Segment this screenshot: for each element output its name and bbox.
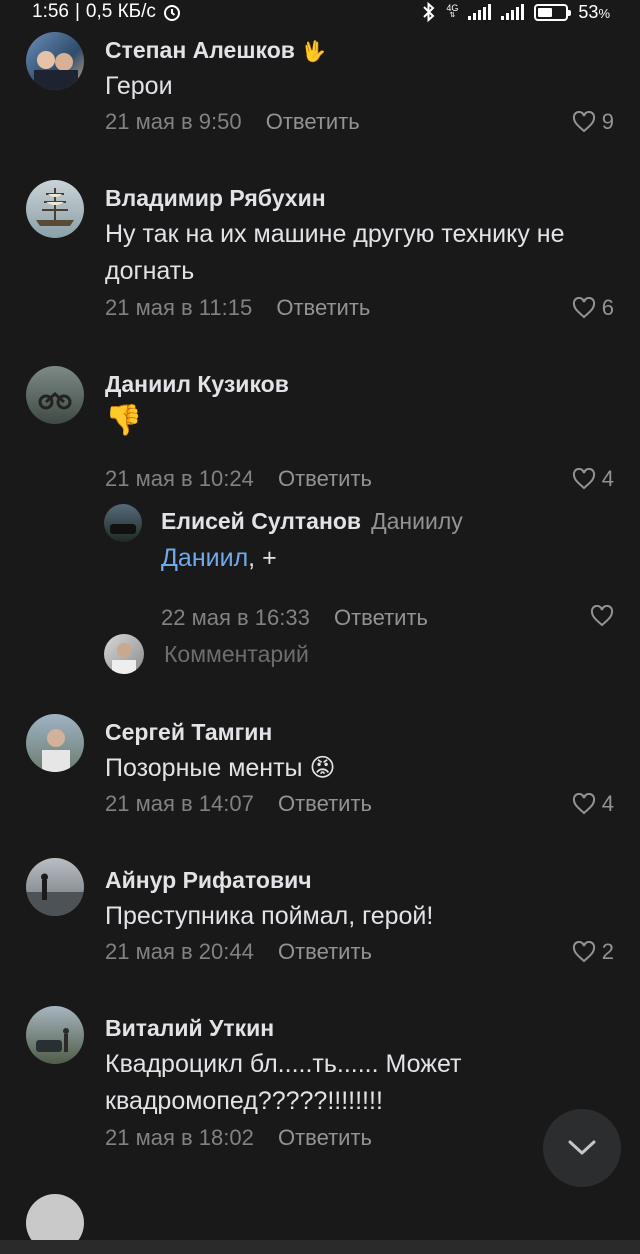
avatar[interactable] [26, 366, 84, 424]
comment-text: Герои [105, 72, 173, 100]
comment-author[interactable]: Даниил Кузиков [105, 371, 289, 398]
comment-compose[interactable]: Комментарий [104, 634, 309, 674]
like-button[interactable] [590, 605, 614, 627]
comment-text: Преступника поймал, герой! [105, 902, 434, 930]
like-button[interactable]: 6 [572, 295, 614, 321]
comments-list[interactable]: Степан Алешков 🖖 Герои 21 мая в 9:50 Отв… [0, 24, 640, 1200]
my-avatar [104, 634, 144, 674]
comment-text: Квадроцикл бл.....ть...... Может квадром… [105, 1050, 462, 1115]
avatar[interactable] [26, 32, 84, 90]
reply-button[interactable]: Ответить [334, 605, 428, 630]
avatar[interactable] [26, 858, 84, 916]
alarm-icon [163, 5, 180, 21]
comment-date: 21 мая в 18:02 [105, 1125, 254, 1150]
heart-icon [572, 111, 595, 133]
like-button[interactable]: 9 [572, 109, 614, 135]
comment-author[interactable]: Степан Алешков 🖖 [105, 37, 326, 64]
reply-author[interactable]: Елисей Султанов Даниилу [161, 508, 463, 535]
mention-link[interactable]: Даниил [161, 544, 248, 572]
comment-date: 21 мая в 20:44 [105, 939, 254, 964]
like-button[interactable]: 4 [572, 791, 614, 817]
reply-meta: 22 мая в 16:33 Ответить [161, 605, 428, 631]
battery-percent: 53% [578, 1, 610, 22]
comment-date: 21 мая в 9:50 [105, 109, 242, 134]
comment-meta: 21 мая в 10:24 Ответить [105, 466, 372, 492]
like-count: 4 [601, 791, 614, 816]
bluetooth-icon [423, 2, 435, 22]
comment-meta: 21 мая в 11:15 Ответить [105, 295, 370, 321]
comment-meta: 21 мая в 14:07 Ответить [105, 791, 372, 817]
scroll-down-button[interactable] [543, 1109, 621, 1187]
comment-author[interactable]: Виталий Уткин [105, 1015, 274, 1042]
like-count: 9 [601, 109, 614, 134]
comment-input[interactable]: Комментарий [164, 641, 309, 668]
avatar[interactable] [26, 180, 84, 238]
like-count: 4 [601, 466, 614, 491]
like-count: 2 [601, 939, 614, 964]
bottom-bar [0, 1240, 640, 1254]
comment-meta: 21 мая в 18:02 Ответить [105, 1125, 372, 1151]
comment-date: 21 мая в 10:24 [105, 466, 254, 491]
battery-icon [534, 3, 572, 21]
network-speed: 0,5 КБ/с [85, 1, 156, 22]
heart-icon [572, 941, 595, 963]
comment-text: Позорные менты 😡 [105, 754, 336, 782]
avatar[interactable] [26, 1006, 84, 1064]
comment-date: 21 мая в 14:07 [105, 791, 254, 816]
comment-date: 21 мая в 11:15 [105, 295, 253, 320]
like-button[interactable]: 4 [572, 466, 614, 492]
comment-meta: 21 мая в 9:50 Ответить [105, 109, 360, 135]
like-count: 6 [601, 295, 614, 320]
comment-text: Ну так на их машине другую технику не до… [105, 220, 565, 285]
signal-icon-sim2 [501, 4, 525, 20]
comment-date: 22 мая в 16:33 [161, 605, 310, 630]
signal-icon [468, 4, 492, 20]
hand-emoji-icon: 🖖 [301, 41, 327, 63]
comment-text: 👎 [105, 404, 143, 437]
like-button[interactable]: 2 [572, 939, 614, 965]
reply-to[interactable]: Даниилу [371, 508, 463, 534]
heart-icon [572, 468, 595, 490]
heart-icon [590, 605, 614, 627]
comment-meta: 21 мая в 20:44 Ответить [105, 939, 372, 965]
reply-button[interactable]: Ответить [278, 791, 372, 816]
comment-author[interactable]: Айнур Рифатович [105, 867, 312, 894]
reply-button[interactable]: Ответить [278, 939, 372, 964]
reply-text: Даниил, + [161, 544, 277, 572]
reply-button[interactable]: Ответить [278, 1125, 372, 1150]
status-bar: 1:56 | 0,5 КБ/с 4G ⇅ 53% [32, 1, 610, 22]
heart-icon [572, 297, 595, 319]
network-type: 4G ⇅ [446, 3, 459, 20]
avatar[interactable] [104, 504, 142, 542]
avatar[interactable] [26, 714, 84, 772]
reply-button[interactable]: Ответить [278, 466, 372, 491]
status-time: 1:56 [32, 1, 69, 22]
comment-author[interactable]: Владимир Рябухин [105, 185, 326, 212]
reply-button[interactable]: Ответить [276, 295, 370, 320]
comment-author[interactable]: Сергей Тамгин [105, 719, 272, 746]
heart-icon [572, 793, 595, 815]
reply-button[interactable]: Ответить [266, 109, 360, 134]
chevron-down-icon [568, 1140, 596, 1155]
